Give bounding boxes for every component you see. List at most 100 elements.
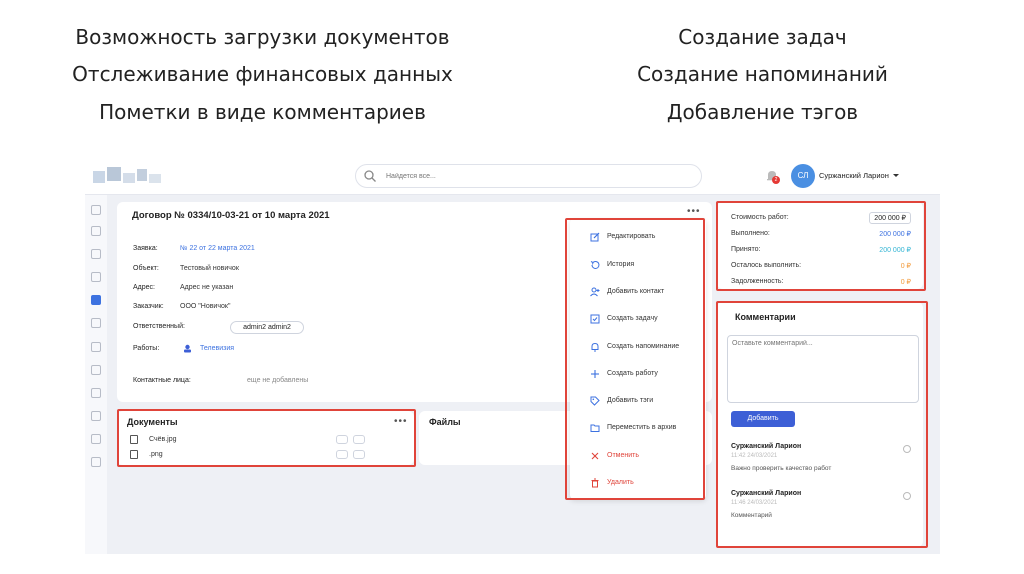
menu-item-edit[interactable]: Редактировать (570, 227, 706, 247)
comments-title: Комментарии (735, 312, 796, 322)
responsible-pill[interactable]: admin2 admin2 (230, 321, 304, 334)
menu-item-label: Создать напоминание (607, 343, 680, 350)
documents-title: Документы (127, 417, 178, 427)
files-title: Файлы (429, 417, 461, 427)
search-input[interactable] (386, 168, 686, 184)
delete-file-icon[interactable] (353, 435, 365, 444)
menu-item-label: Отменить (607, 452, 639, 459)
field-label: Объект: (133, 265, 159, 272)
menu-item-label: Добавить контакт (607, 288, 665, 295)
sidebar-buildings-icon[interactable] (91, 249, 101, 259)
download-icon[interactable] (336, 435, 348, 444)
top-bar: 2 СЛ Суржанский Ларион (85, 157, 940, 195)
plus-icon (591, 370, 599, 378)
user-name[interactable]: Суржанский Ларион (819, 171, 889, 180)
delete-comment-icon[interactable] (903, 445, 911, 453)
field-label: Адрес: (133, 284, 155, 291)
work-cost-value: 200 000 ₽ (869, 212, 911, 224)
file-icon (130, 450, 138, 459)
company-logo[interactable] (93, 165, 163, 187)
stat-label: Принято: (731, 246, 761, 253)
bell-icon (591, 342, 599, 352)
actions-menu: Редактировать История Добавить контакт С… (570, 219, 706, 499)
comment-author: Суржанский Ларион (731, 443, 802, 450)
comment-date: 11:46 24/03/2021 (731, 500, 778, 506)
download-icon[interactable] (336, 450, 348, 459)
sidebar-folder-icon[interactable] (91, 295, 101, 305)
accepted-value: 200 000 ₽ (879, 247, 911, 254)
comment-date: 11:42 24/03/2021 (731, 453, 778, 459)
menu-item-add-contact[interactable]: Добавить контакт (570, 282, 706, 302)
sidebar-contacts-icon[interactable] (91, 434, 101, 444)
sidebar-monitor-icon[interactable] (91, 272, 101, 282)
menu-item-label: Редактировать (607, 233, 656, 240)
sidebar-box-icon[interactable] (91, 365, 101, 375)
menu-item-create-task[interactable]: Создать задачу (570, 309, 706, 329)
comment-input-box[interactable] (727, 335, 919, 403)
menu-item-create-reminder[interactable]: Создать напоминание (570, 337, 706, 357)
menu-item-history[interactable]: История (570, 255, 706, 275)
folder-icon (590, 424, 600, 432)
document-file-name[interactable]: Счёв.jpg (149, 436, 177, 443)
search-bar[interactable] (355, 164, 702, 188)
stat-label: Осталось выполнить: (731, 262, 802, 269)
sidebar-bank-icon[interactable] (91, 388, 101, 398)
stat-label: Задолженность: (731, 278, 784, 285)
remaining-value: 0 ₽ (900, 263, 911, 270)
comments-card: Комментарии Добавить Суржанский Ларион 1… (717, 302, 923, 547)
sidebar-calendar-icon[interactable] (91, 226, 101, 236)
menu-item-label: Удалить (607, 479, 634, 486)
finance-card: Стоимость работ: 200 000 ₽ Выполнено: 20… (717, 202, 923, 289)
comment-text: Важно проверить качество работ (731, 465, 832, 472)
sidebar-dashboard-icon[interactable] (91, 205, 101, 215)
menu-item-label: Создать задачу (607, 315, 658, 322)
menu-item-add-tags[interactable]: Добавить тэги (570, 391, 706, 411)
stat-label: Стоимость работ: (731, 214, 789, 221)
customer-value: ООО "Новичок" (180, 303, 231, 310)
sidebar-edit-icon[interactable] (91, 342, 101, 352)
menu-item-cancel[interactable]: Отменить (570, 446, 706, 466)
request-link[interactable]: № 22 от 22 марта 2021 (180, 245, 255, 252)
comment-input[interactable] (732, 340, 914, 398)
contacts-value: еще не добавлены (247, 377, 309, 384)
more-options-icon[interactable]: ••• (687, 206, 701, 217)
contacts-label: Контактные лица: (133, 377, 191, 384)
works-link[interactable]: Телевизия (200, 345, 234, 352)
more-options-icon[interactable]: ••• (394, 416, 408, 427)
debt-value: 0 ₽ (900, 279, 911, 286)
app-screenshot: 2 СЛ Суржанский Ларион Договор № 0334/10… (85, 157, 940, 554)
menu-item-label: Создать работу (607, 370, 658, 377)
menu-item-create-work[interactable]: Создать работу (570, 364, 706, 384)
caption-document-upload: Возможность загрузки документов (75, 25, 450, 49)
sidebar-network-icon[interactable] (91, 411, 101, 421)
stat-label: Выполнено: (731, 230, 770, 237)
caption-comments: Пометки в виде комментариев (99, 100, 426, 124)
worker-icon (184, 344, 191, 353)
history-icon (590, 260, 600, 269)
contract-title: Договор № 0334/10-03-21 от 10 марта 2021 (132, 210, 330, 221)
address-value: Адрес не указан (180, 284, 234, 291)
field-label: Заявка: (133, 245, 158, 252)
object-value: Тестовый новичок (180, 265, 239, 272)
delete-comment-icon[interactable] (903, 492, 911, 500)
caption-add-tags: Добавление тэгов (666, 100, 859, 124)
sidebar-settings-icon[interactable] (91, 457, 101, 467)
documents-card: Документы ••• Счёв.jpg .png (117, 411, 414, 465)
sidebar (85, 195, 107, 554)
chevron-down-icon[interactable] (893, 174, 899, 177)
add-comment-button[interactable]: Добавить (731, 411, 795, 427)
delete-file-icon[interactable] (353, 450, 365, 459)
edit-icon (590, 232, 600, 242)
comment-author: Суржанский Ларион (731, 490, 802, 497)
sidebar-list-icon[interactable] (91, 318, 101, 328)
menu-item-archive[interactable]: Переместить в архив (570, 418, 706, 438)
document-file-name[interactable]: .png (149, 451, 163, 458)
caption-create-tasks: Создание задач (678, 25, 847, 49)
caption-create-reminders: Создание напоминаний (637, 62, 888, 86)
works-label: Работы: (133, 345, 160, 352)
task-icon (590, 314, 600, 324)
field-label: Заказчик: (133, 303, 164, 310)
menu-item-delete[interactable]: Удалить (570, 473, 706, 493)
user-avatar[interactable]: СЛ (791, 164, 815, 188)
trash-icon (591, 478, 599, 488)
